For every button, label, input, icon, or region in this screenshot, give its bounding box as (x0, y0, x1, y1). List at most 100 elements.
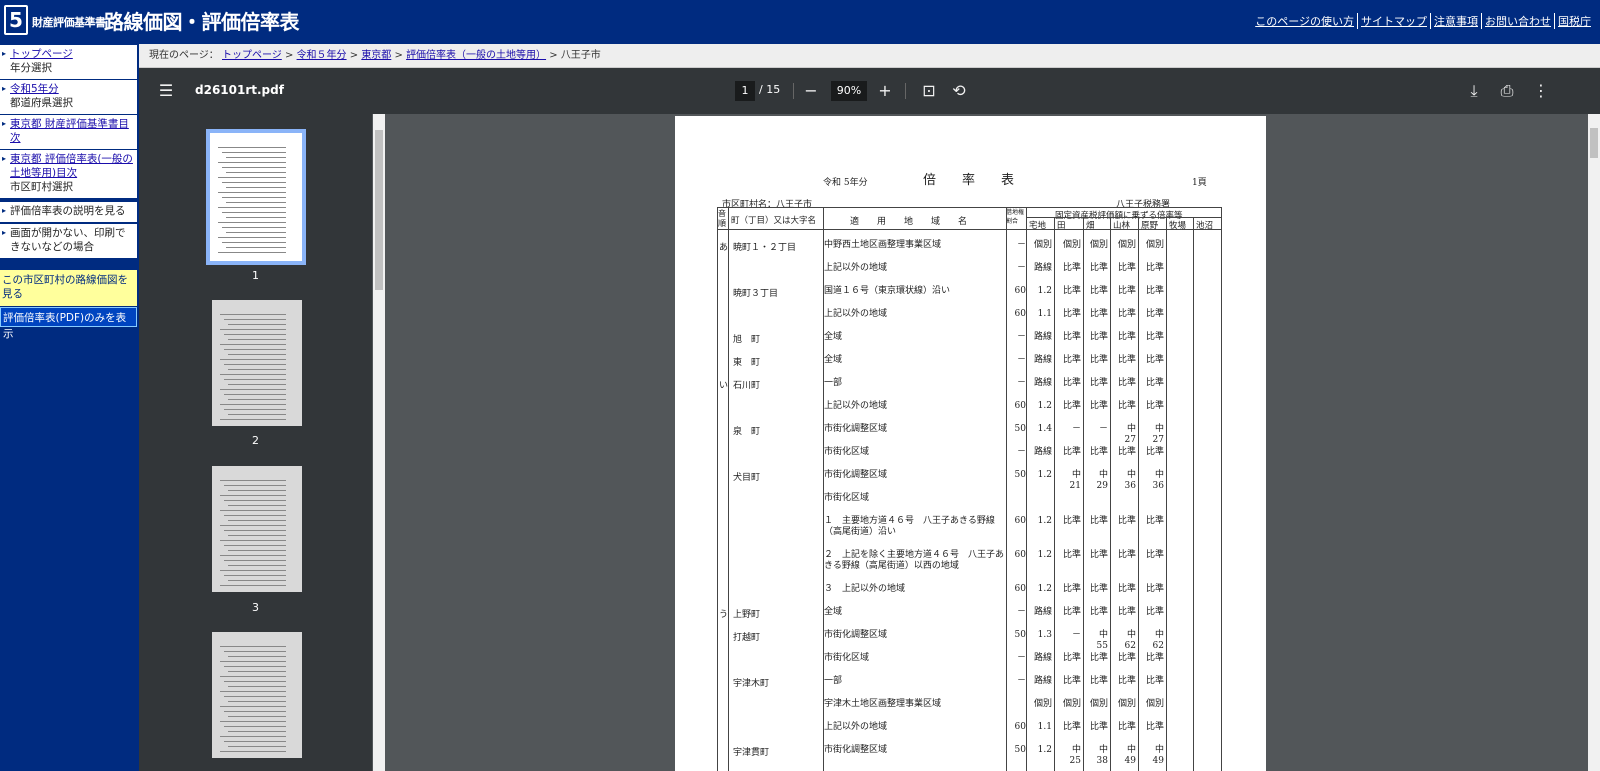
pdf-filename: d26101rt.pdf (195, 83, 284, 97)
thumbnail-text-line (220, 751, 286, 752)
scrollbar-thumb[interactable] (375, 130, 383, 290)
row-value: 中 36 (1124, 470, 1146, 491)
sidebar-link-top[interactable]: トップページ (10, 48, 73, 60)
row-value: 中 38 (1096, 745, 1118, 766)
row-value: 比準 (1145, 607, 1164, 617)
thumbnail-text-line (228, 339, 286, 340)
header-link-howto[interactable]: このページの使い方 (1252, 13, 1357, 29)
brand-subtitle: 財産評価基準書 (32, 16, 106, 29)
thumbnail-text-line (224, 319, 286, 320)
breadcrumb-rate[interactable]: 評価倍率表（一般の土地等用） (406, 50, 546, 61)
header-link-nta[interactable]: 国税庁 (1554, 13, 1594, 29)
breadcrumb-pref[interactable]: 東京都 (361, 50, 391, 61)
thumbnail-text-line (228, 535, 286, 536)
row-area: 全域 (824, 355, 843, 365)
document-scrollbar[interactable] (1588, 114, 1600, 771)
sidebar-sub-year: 年分選択 (10, 62, 52, 74)
fit-page-icon[interactable]: ⊡ (919, 81, 939, 101)
breadcrumb-top[interactable]: トップページ (222, 50, 282, 61)
sidebar-item-explain[interactable]: 評価倍率表の説明を見る (0, 202, 137, 222)
print-icon[interactable]: ⎙ (1497, 81, 1517, 101)
doc-page-num: 1頁 (1192, 178, 1207, 188)
zoom-out-icon[interactable]: − (801, 81, 821, 101)
thumbnail-page-4[interactable] (212, 632, 302, 758)
pdf-viewer: ☰ d26101rt.pdf 1 / 15 − 90% + ⊡ ⟲ ⤓ ⎙ ⋮ … (139, 68, 1600, 771)
thumbnail-text-line (226, 187, 286, 188)
thumbnail-text-line (220, 661, 286, 662)
header-link-sitemap[interactable]: サイトマップ (1357, 13, 1430, 29)
logo-icon[interactable]: 5 (4, 5, 28, 35)
site-header: 5 財産評価基準書 路線価図・評価倍率表 このページの使い方 サイトマップ 注意… (0, 0, 1600, 44)
doc-city: 市区町村名：八王子市 (722, 200, 813, 210)
breadcrumb-year[interactable]: 令和５年分 (297, 50, 347, 61)
table-column-line (728, 207, 729, 771)
sidebar-link-year[interactable]: 令和5年分 (10, 83, 59, 95)
thumbnail-number: 3 (252, 601, 259, 614)
thumbnail-page-1[interactable] (206, 129, 306, 265)
row-rate: － (1016, 332, 1026, 342)
table-column-line (1006, 207, 1007, 771)
col-rate: 借地権割合 (1006, 209, 1025, 225)
thumbnail-page-3[interactable] (212, 466, 302, 592)
row-rate: － (1016, 263, 1026, 273)
header-links: このページの使い方 サイトマップ 注意事項 お問い合わせ 国税庁 (1252, 13, 1594, 29)
row-value: 個別 (1089, 240, 1108, 250)
zoom-input[interactable]: 90% (831, 81, 867, 101)
thumbnail-text-line (218, 237, 286, 238)
row-value: 中 27 (1124, 424, 1146, 445)
row-town: 泉 町 (733, 427, 761, 437)
thumbnail-text-line (228, 505, 286, 506)
row-value: 個別 (1145, 699, 1164, 709)
row-area: 市街化調整区域 (824, 424, 888, 434)
thumbnail-scrollbar[interactable] (373, 114, 385, 771)
row-town: 宇津貫町 (733, 748, 770, 758)
breadcrumb-prefix: 現在のページ： (149, 50, 219, 61)
row-area: 全域 (824, 607, 843, 617)
row-rate: － (1016, 355, 1026, 365)
thumbnail-text-line (218, 222, 286, 223)
row-value: 比準 (1089, 447, 1108, 457)
thumbnail-page-2[interactable] (212, 300, 302, 426)
row-area: 上記以外の地域 (824, 309, 888, 319)
page-number-input[interactable]: 1 (735, 81, 755, 101)
header-link-contact[interactable]: お問い合わせ (1481, 13, 1554, 29)
table-column-line (1221, 207, 1222, 771)
row-value: 中 55 (1096, 630, 1118, 651)
header-link-notice[interactable]: 注意事項 (1430, 13, 1481, 29)
table-column-line (1110, 217, 1111, 771)
sidebar-item-trouble[interactable]: 画面が開かない、印刷できないなどの場合 (0, 224, 137, 258)
breadcrumb-current: 八王子市 (560, 50, 601, 61)
row-value: 個別 (1062, 699, 1081, 709)
sidebar-link-toc[interactable]: 東京都 財産評価基準書目次 (10, 118, 129, 144)
rotate-icon[interactable]: ⟲ (949, 81, 969, 101)
row-value: 1.1 (1037, 722, 1052, 732)
menu-icon[interactable]: ☰ (156, 81, 176, 101)
thumbnail-text-line (220, 419, 286, 420)
more-options-icon[interactable]: ⋮ (1531, 81, 1551, 101)
sidebar-trouble-label[interactable]: 画面が開かない、印刷できないなどの場合 (10, 227, 126, 253)
thumbnail-text-line (218, 207, 286, 208)
thumbnail-text-line (218, 147, 286, 148)
sidebar-route-map-button[interactable]: この市区町村の路線価図を見る (0, 270, 137, 306)
sidebar-pdf-only-button[interactable]: 評価倍率表(PDF)のみを表示 (0, 307, 137, 340)
row-value: － (1071, 424, 1081, 434)
row-value: 比準 (1117, 722, 1136, 732)
pdf-page: 令和 5年分 倍 率 表 1頁 市区町村名：八王子市 八王子税務署 音順 町（丁… (675, 116, 1266, 771)
row-area: 宇津木土地区画整理事業区域 (824, 699, 942, 709)
zoom-in-icon[interactable]: + (875, 81, 895, 101)
sidebar-link-rate-toc[interactable]: 東京都 評価倍率表(一般の土地等用)目次 (10, 153, 133, 179)
row-rate: 60 (1014, 550, 1026, 560)
row-value: 路線 (1033, 378, 1052, 388)
row-area: 全域 (824, 332, 843, 342)
row-area: 上記以外の地域 (824, 401, 888, 411)
row-value: 1.4 (1037, 424, 1052, 434)
sidebar-explain-label[interactable]: 評価倍率表の説明を見る (10, 205, 126, 217)
row-town: 宇津木町 (733, 679, 770, 689)
download-icon[interactable]: ⤓ (1464, 81, 1484, 101)
row-area: 市街化区域 (824, 493, 870, 503)
row-value: 1.1 (1037, 309, 1052, 319)
thumbnail-text-line (220, 314, 286, 315)
scrollbar-thumb[interactable] (1590, 128, 1598, 158)
thumbnail-text-line (220, 570, 286, 571)
thumbnail-text-line (220, 389, 286, 390)
